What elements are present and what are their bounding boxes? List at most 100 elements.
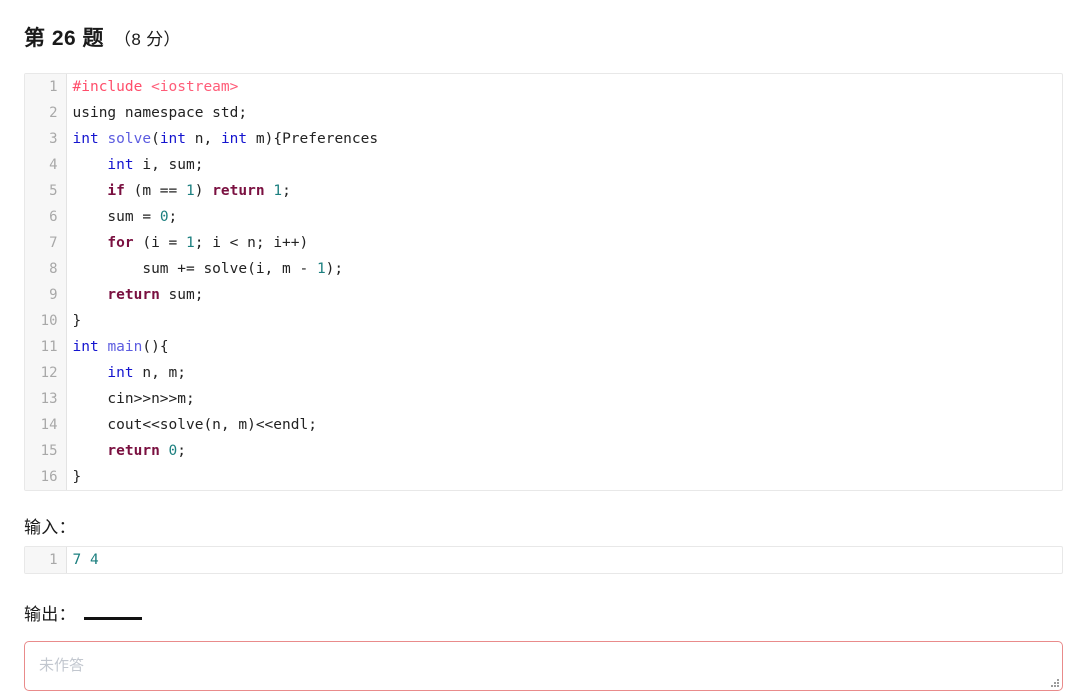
token-fn: main xyxy=(107,339,143,355)
line-content: } xyxy=(66,308,1062,334)
token-plain: m){Preferences xyxy=(247,131,379,147)
line-content: cout<<solve(n, m)<<endl; xyxy=(66,412,1062,438)
code-line-row: 7 for (i = 1; i < n; i++) xyxy=(25,230,1062,256)
code-line-row: 12 int n, m; xyxy=(25,360,1062,386)
token-num: 1 xyxy=(316,261,326,277)
token-pre: #include xyxy=(72,79,152,95)
input-sample-block: 1 7 4 xyxy=(24,546,1063,574)
token-kw: for xyxy=(107,235,134,251)
line-content: if (m == 1) return 1; xyxy=(66,178,1062,204)
token-num: 1 xyxy=(186,183,195,199)
code-line-row: 4 int i, sum; xyxy=(25,152,1062,178)
line-content: sum = 0; xyxy=(66,204,1062,230)
token-type: int xyxy=(107,157,134,173)
token-inc: <iostream> xyxy=(151,79,239,95)
token-num: 7 4 xyxy=(72,552,99,568)
line-number: 3 xyxy=(25,126,67,152)
line-content: for (i = 1; i < n; i++) xyxy=(66,230,1062,256)
line-content: int main(){ xyxy=(66,334,1062,360)
line-content: int i, sum; xyxy=(66,152,1062,178)
line-number: 4 xyxy=(25,152,67,178)
question-page: 第 26 题 （8 分） 1 #include <iostream> 2 using … xyxy=(0,0,1085,698)
code-line-row: 11 int main(){ xyxy=(25,334,1062,360)
output-label-group: 输出： xyxy=(24,600,142,625)
token-type: int xyxy=(72,131,99,147)
token-type: int xyxy=(72,339,99,355)
answer-field-wrapper xyxy=(24,641,1063,691)
token-plain: ) xyxy=(194,183,213,199)
code-block: 1 #include <iostream> 2 using namespace std… xyxy=(24,73,1063,491)
token-num: 1 xyxy=(273,183,283,199)
input-label: 输入： xyxy=(24,518,76,537)
line-content: int solve(int n, int m){Preferences xyxy=(66,126,1062,152)
question-header: 第 26 题 （8 分） xyxy=(24,22,181,52)
token-plain: ); xyxy=(325,261,344,277)
line-number: 6 xyxy=(25,204,67,230)
code-line-row: 13 cin>>n>>m; xyxy=(25,386,1062,412)
code-line-row: 10} xyxy=(25,308,1062,334)
line-number: 1 xyxy=(25,547,67,573)
token-plain: ; xyxy=(177,443,187,459)
token-plain: sum += solve(i, m - xyxy=(72,261,317,277)
token-plain: ; xyxy=(168,209,178,225)
token-plain: (i = xyxy=(133,235,187,251)
line-number: 9 xyxy=(25,282,67,308)
code-line-row: 2 using namespace std; xyxy=(25,100,1062,126)
token-plain: sum; xyxy=(159,287,204,303)
code-line-row: 5 if (m == 1) return 1; xyxy=(25,178,1062,204)
code-line-row: 15 return 0; xyxy=(25,438,1062,464)
line-number: 1 xyxy=(25,74,67,100)
token-type: int xyxy=(220,131,248,147)
token-num: 1 xyxy=(186,235,195,251)
line-number: 13 xyxy=(25,386,67,412)
answer-blank-line xyxy=(83,607,142,620)
question-title: 第 26 题 xyxy=(24,27,105,50)
input-table: 1 7 4 xyxy=(25,547,1062,573)
token-plain: using namespace std; xyxy=(72,105,248,121)
token-plain: i, sum; xyxy=(133,157,204,173)
token-kw: return xyxy=(212,183,265,199)
token-plain: (){ xyxy=(142,339,169,355)
line-number: 11 xyxy=(25,334,67,360)
input-line-row: 1 7 4 xyxy=(25,547,1062,573)
line-content: return sum; xyxy=(66,282,1062,308)
question-score: （8 分） xyxy=(114,30,181,49)
token-plain: ( xyxy=(151,131,160,147)
token-plain: (m == xyxy=(124,183,186,199)
line-content: } xyxy=(66,464,1062,490)
code-line-row: 16} xyxy=(25,464,1062,490)
line-number: 7 xyxy=(25,230,67,256)
line-number: 15 xyxy=(25,438,67,464)
line-content: #include <iostream> xyxy=(66,74,1062,100)
code-line-row: 1 #include <iostream> xyxy=(25,74,1062,100)
token-plain: } xyxy=(72,313,82,329)
token-plain: cout<<solve(n, m)<<endl; xyxy=(72,417,317,433)
token-plain: } xyxy=(72,469,82,485)
token-plain: ; xyxy=(282,183,291,199)
token-fn: solve xyxy=(107,131,152,147)
line-number: 14 xyxy=(25,412,67,438)
token-kw: return xyxy=(107,287,160,303)
token-kw: if xyxy=(107,183,125,199)
token-num: 0 xyxy=(168,443,178,459)
token-plain: n, xyxy=(186,131,221,147)
code-line-row: 3 int solve(int n, int m){Preferences xyxy=(25,126,1062,152)
token-type: int xyxy=(107,365,134,381)
output-label: 输出： xyxy=(24,605,76,624)
answer-input[interactable] xyxy=(24,641,1063,691)
code-line-row: 9 return sum; xyxy=(25,282,1062,308)
code-table: 1 #include <iostream> 2 using namespace std… xyxy=(25,74,1062,490)
token-num: 0 xyxy=(159,209,169,225)
line-content: int n, m; xyxy=(66,360,1062,386)
token-type: int xyxy=(159,131,187,147)
line-number: 5 xyxy=(25,178,67,204)
code-line-row: 14 cout<<solve(n, m)<<endl; xyxy=(25,412,1062,438)
line-content: 7 4 xyxy=(66,547,1062,573)
code-line-row: 6 sum = 0; xyxy=(25,204,1062,230)
